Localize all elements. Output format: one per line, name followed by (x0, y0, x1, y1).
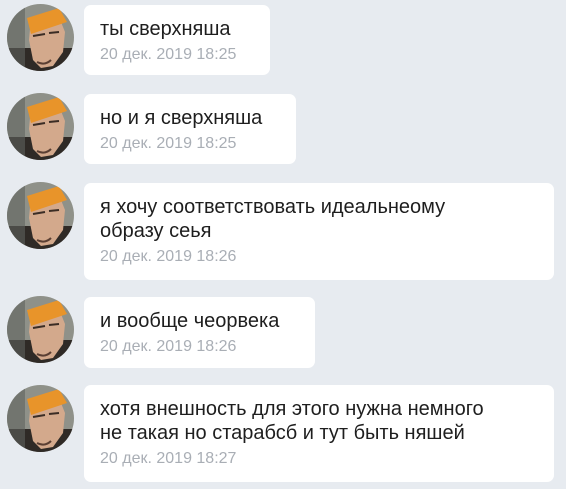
message-text: хотя внешность для этого нужна немного н… (100, 398, 484, 444)
message-text: ты сверхняша (100, 18, 231, 40)
message-text: я хочу соответствовать идеальнеому образ… (100, 196, 446, 242)
avatar-photo (7, 4, 74, 71)
avatar[interactable] (7, 182, 74, 249)
message-timestamp: 20 дек. 2019 18:27 (100, 450, 237, 467)
avatar-photo (7, 296, 74, 363)
avatar[interactable] (7, 385, 74, 452)
message-bubble[interactable]: я хочу соответствовать идеальнеому образ… (84, 183, 554, 280)
message-bubble[interactable]: ты сверхняша 20 дек. 2019 18:25 (84, 5, 270, 75)
message-timestamp: 20 дек. 2019 18:26 (100, 338, 237, 355)
avatar[interactable] (7, 93, 74, 160)
message-timestamp: 20 дек. 2019 18:25 (100, 46, 237, 63)
message-timestamp: 20 дек. 2019 18:26 (100, 248, 237, 265)
message-bubble[interactable]: но и я сверхняша 20 дек. 2019 18:25 (84, 94, 296, 164)
avatar-photo (7, 182, 74, 249)
message-text: но и я сверхняша (100, 107, 263, 129)
message-bubble[interactable]: хотя внешность для этого нужна немного н… (84, 385, 554, 482)
avatar[interactable] (7, 296, 74, 363)
message-timestamp: 20 дек. 2019 18:25 (100, 135, 237, 152)
message-text: и вообще чеорвека (100, 310, 280, 332)
avatar-photo (7, 93, 74, 160)
avatar[interactable] (7, 4, 74, 71)
avatar-photo (7, 385, 74, 452)
message-bubble[interactable]: и вообще чеорвека 20 дек. 2019 18:26 (84, 297, 315, 368)
